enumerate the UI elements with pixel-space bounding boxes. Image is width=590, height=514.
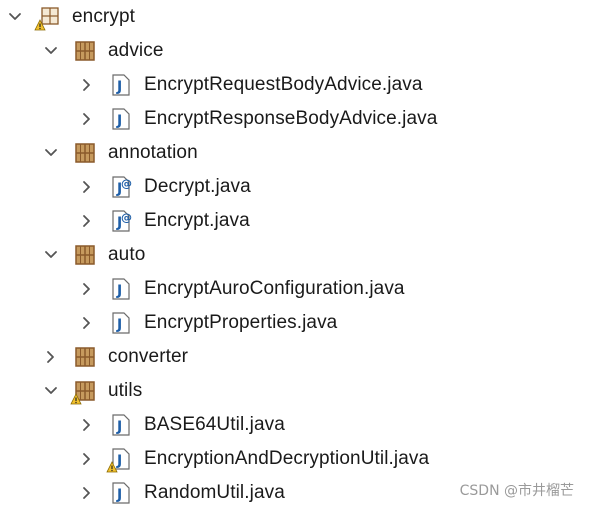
chevron-right-icon[interactable] — [80, 452, 94, 466]
chevron-down-icon[interactable] — [44, 44, 58, 58]
tree-item-label: encrypt — [72, 6, 136, 27]
java-file-icon: J — [106, 448, 132, 473]
tree-item-label: advice — [108, 40, 164, 61]
tree-row-annotation[interactable]: annotation — [0, 136, 590, 170]
java-file-icon: J — [110, 74, 132, 96]
package-icon — [74, 244, 96, 266]
tree-item-label: EncryptAuroConfiguration.java — [144, 278, 405, 299]
watermark: CSDN @市井榴芒 — [459, 483, 574, 499]
tree-row-encryptauroconfiguration-java[interactable]: J EncryptAuroConfiguration.java — [0, 272, 590, 306]
java-annotation-file-icon: J @ — [110, 176, 132, 198]
tree-row-encryptionanddecryptionutil-java[interactable]: J EncryptionAndDecryptionUtil.java — [0, 442, 590, 476]
chevron-right-icon[interactable] — [80, 180, 94, 194]
chevron-right-icon[interactable] — [80, 486, 94, 500]
tree-row-advice[interactable]: advice — [0, 34, 590, 68]
svg-text:J: J — [116, 113, 122, 129]
package-icon — [74, 346, 96, 368]
chevron-right-icon[interactable] — [80, 282, 94, 296]
tree-item-label: EncryptProperties.java — [144, 312, 338, 333]
tree-row-encryptrequestbodyadvice-java[interactable]: J EncryptRequestBodyAdvice.java — [0, 68, 590, 102]
tree-row-encrypt[interactable]: encrypt — [0, 0, 590, 34]
java-file-icon: J — [110, 482, 132, 504]
svg-text:J: J — [116, 487, 122, 503]
svg-text:J: J — [116, 283, 122, 299]
tree-row-utils[interactable]: utils — [0, 374, 590, 408]
tree-row-encrypt-java[interactable]: J @ Encrypt.java — [0, 204, 590, 238]
java-file-icon: J — [110, 414, 132, 436]
tree-row-encryptresponsebodyadvice-java[interactable]: J EncryptResponseBodyAdvice.java — [0, 102, 590, 136]
svg-text:J: J — [116, 317, 122, 333]
java-file-icon: J — [110, 312, 132, 334]
chevron-down-icon[interactable] — [44, 384, 58, 398]
chevron-down-icon[interactable] — [44, 248, 58, 262]
tree-row-auto[interactable]: auto — [0, 238, 590, 272]
chevron-down-icon[interactable] — [44, 146, 58, 160]
chevron-right-icon[interactable] — [80, 316, 94, 330]
tree-item-label: RandomUtil.java — [144, 482, 285, 503]
tree-item-label: EncryptResponseBodyAdvice.java — [144, 108, 438, 129]
tree-item-label: BASE64Util.java — [144, 414, 285, 435]
chevron-down-icon[interactable] — [8, 10, 22, 24]
tree-item-label: auto — [108, 244, 146, 265]
java-file-icon: J — [110, 278, 132, 300]
tree-item-label: annotation — [108, 142, 198, 163]
tree-row-encryptproperties-java[interactable]: J EncryptProperties.java — [0, 306, 590, 340]
tree-row-decrypt-java[interactable]: J @ Decrypt.java — [0, 170, 590, 204]
tree-item-label: EncryptionAndDecryptionUtil.java — [144, 448, 430, 469]
tree-row-base64util-java[interactable]: J BASE64Util.java — [0, 408, 590, 442]
svg-text:@: @ — [121, 211, 132, 224]
svg-text:J: J — [116, 79, 122, 95]
chevron-right-icon[interactable] — [80, 112, 94, 126]
tree-item-label: Encrypt.java — [144, 210, 250, 231]
java-annotation-file-icon: J @ — [110, 210, 132, 232]
package-icon — [70, 380, 96, 405]
tree-row-converter[interactable]: converter — [0, 340, 590, 374]
tree-item-label: Decrypt.java — [144, 176, 251, 197]
chevron-right-icon[interactable] — [80, 214, 94, 228]
svg-text:@: @ — [121, 177, 132, 190]
chevron-right-icon[interactable] — [80, 418, 94, 432]
java-file-icon: J — [110, 108, 132, 130]
chevron-right-icon[interactable] — [80, 78, 94, 92]
tree-item-label: utils — [108, 380, 143, 401]
project-folder-icon — [34, 6, 60, 31]
tree-item-label: EncryptRequestBodyAdvice.java — [144, 74, 423, 95]
package-icon — [74, 142, 96, 164]
chevron-right-icon[interactable] — [44, 350, 58, 364]
tree-item-label: converter — [108, 346, 189, 367]
package-icon — [74, 40, 96, 62]
svg-text:J: J — [116, 419, 122, 435]
